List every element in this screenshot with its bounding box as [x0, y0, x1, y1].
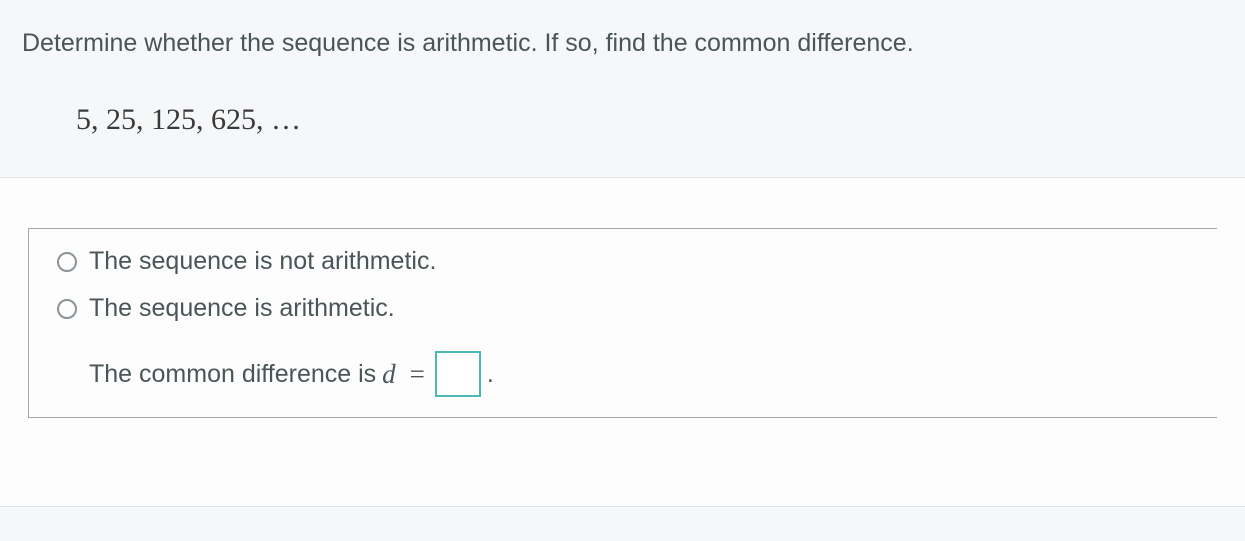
option-label-is-arithmetic: The sequence is arithmetic.	[89, 294, 395, 323]
period: .	[487, 360, 494, 389]
difference-variable: d	[382, 359, 396, 390]
difference-label: The common difference is	[89, 360, 376, 389]
equals-sign: =	[410, 359, 425, 390]
common-difference-row: The common difference is d = .	[89, 351, 1197, 397]
sequence-display: 5, 25, 125, 625, …	[0, 71, 1245, 167]
answer-box: The sequence is not arithmetic. The sequ…	[28, 228, 1217, 418]
answer-panel: The sequence is not arithmetic. The sequ…	[0, 177, 1245, 507]
option-label-not-arithmetic: The sequence is not arithmetic.	[89, 247, 436, 276]
radio-icon	[57, 252, 77, 272]
difference-input[interactable]	[435, 351, 481, 397]
question-prompt: Determine whether the sequence is arithm…	[0, 0, 1245, 71]
option-is-arithmetic[interactable]: The sequence is arithmetic.	[57, 294, 1197, 323]
option-not-arithmetic[interactable]: The sequence is not arithmetic.	[57, 247, 1197, 276]
radio-icon	[57, 299, 77, 319]
